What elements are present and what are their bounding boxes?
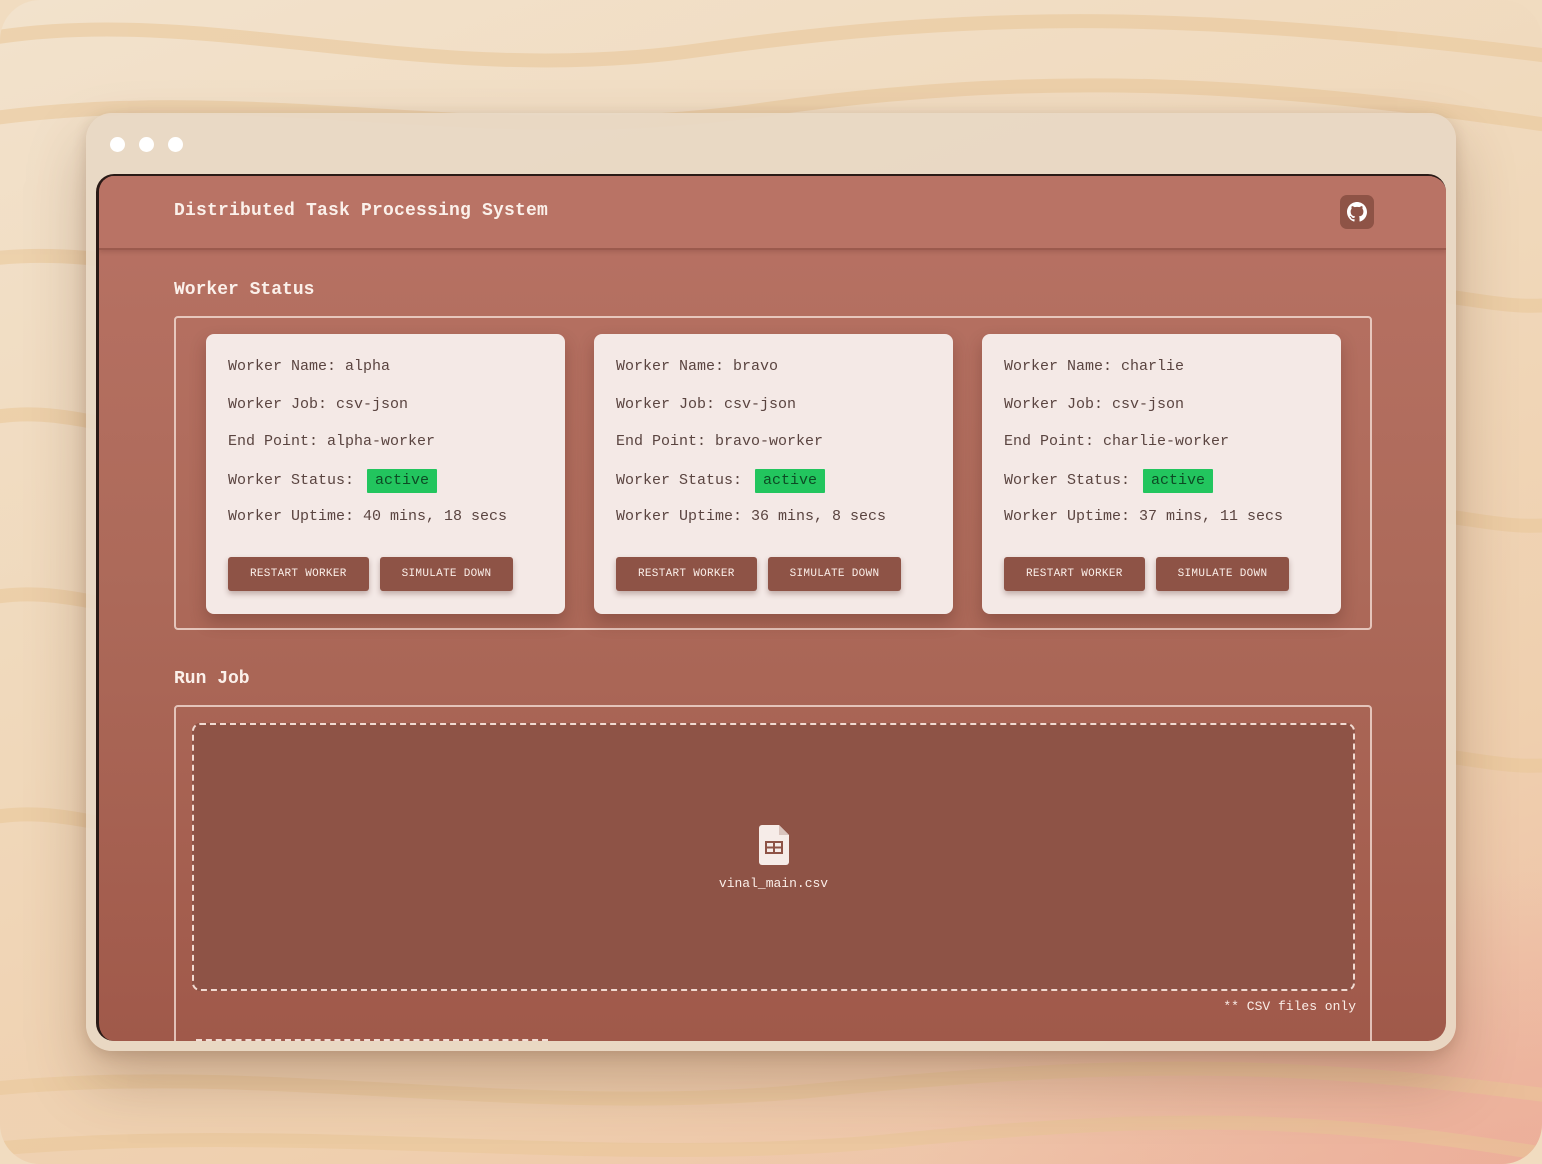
secondary-dropzone[interactable] bbox=[196, 1039, 548, 1041]
worker-job: Worker Job: csv-json bbox=[616, 395, 797, 413]
worker-status-row: Worker Status: active bbox=[616, 468, 931, 507]
worker-uptime: Worker Uptime: 40 mins, 18 secs bbox=[228, 508, 508, 525]
app-title: Distributed Task Processing System bbox=[174, 201, 549, 221]
window-close-dot[interactable] bbox=[110, 137, 125, 152]
worker-actions: RESTART WORKER SIMULATE DOWN bbox=[228, 557, 514, 591]
restart-worker-button[interactable]: RESTART WORKER bbox=[1004, 557, 1145, 591]
worker-name: Worker Name: bravo bbox=[616, 358, 779, 375]
worker-card-alpha: Worker Name: alpha Worker Job: csv-json … bbox=[206, 334, 565, 614]
worker-status-title: Worker Status bbox=[174, 280, 315, 300]
worker-uptime: Worker Uptime: 36 mins, 8 secs bbox=[616, 508, 887, 525]
simulate-down-button[interactable]: SIMULATE DOWN bbox=[1155, 557, 1290, 591]
worker-status-row: Worker Status: active bbox=[1004, 468, 1319, 507]
worker-card-charlie: Worker Name: charlie Worker Job: csv-jso… bbox=[982, 334, 1341, 614]
github-icon bbox=[1347, 202, 1367, 222]
worker-status-panel: Worker Name: alpha Worker Job: csv-json … bbox=[174, 316, 1372, 630]
run-job-panel: vinal_main.csv ** CSV files only bbox=[174, 705, 1372, 1041]
worker-job: Worker Job: csv-json bbox=[1004, 395, 1185, 413]
window-controls bbox=[110, 137, 183, 152]
worker-job: Worker Job: csv-json bbox=[228, 395, 409, 413]
worker-actions: RESTART WORKER SIMULATE DOWN bbox=[616, 557, 902, 591]
app-header: Distributed Task Processing System bbox=[99, 176, 1446, 250]
restart-worker-button[interactable]: RESTART WORKER bbox=[228, 557, 369, 591]
worker-endpoint: End Point: alpha-worker bbox=[228, 433, 436, 450]
worker-name: Worker Name: charlie bbox=[1004, 358, 1185, 375]
simulate-down-button[interactable]: SIMULATE DOWN bbox=[767, 557, 902, 591]
selected-file: vinal_main.csv bbox=[194, 825, 1353, 891]
status-badge: active bbox=[755, 468, 826, 493]
file-name: vinal_main.csv bbox=[718, 876, 829, 891]
browser-window: Distributed Task Processing System Worke… bbox=[86, 113, 1456, 1051]
worker-cards: Worker Name: alpha Worker Job: csv-json … bbox=[206, 334, 1341, 614]
worker-status-row: Worker Status: active bbox=[228, 468, 543, 507]
status-badge: active bbox=[1143, 468, 1214, 493]
worker-endpoint: End Point: bravo-worker bbox=[616, 433, 824, 450]
csv-only-hint: ** CSV files only bbox=[1223, 999, 1356, 1014]
github-button[interactable] bbox=[1340, 195, 1374, 229]
worker-status-label: Worker Status: bbox=[1004, 471, 1131, 489]
window-minimize-dot[interactable] bbox=[139, 137, 154, 152]
worker-card-bravo: Worker Name: bravo Worker Job: csv-json … bbox=[594, 334, 953, 614]
simulate-down-button[interactable]: SIMULATE DOWN bbox=[379, 557, 514, 591]
run-job-title: Run Job bbox=[174, 669, 250, 689]
window-maximize-dot[interactable] bbox=[168, 137, 183, 152]
app-viewport: Distributed Task Processing System Worke… bbox=[96, 174, 1446, 1041]
csv-dropzone[interactable]: vinal_main.csv bbox=[192, 723, 1355, 991]
worker-name: Worker Name: alpha bbox=[228, 358, 391, 375]
worker-uptime: Worker Uptime: 37 mins, 11 secs bbox=[1004, 508, 1284, 525]
restart-worker-button[interactable]: RESTART WORKER bbox=[616, 557, 757, 591]
status-badge: active bbox=[367, 468, 438, 493]
worker-status-label: Worker Status: bbox=[616, 471, 743, 489]
worker-endpoint: End Point: charlie-worker bbox=[1004, 433, 1230, 450]
spreadsheet-file-icon bbox=[758, 825, 789, 870]
worker-status-label: Worker Status: bbox=[228, 471, 355, 489]
worker-actions: RESTART WORKER SIMULATE DOWN bbox=[1004, 557, 1290, 591]
